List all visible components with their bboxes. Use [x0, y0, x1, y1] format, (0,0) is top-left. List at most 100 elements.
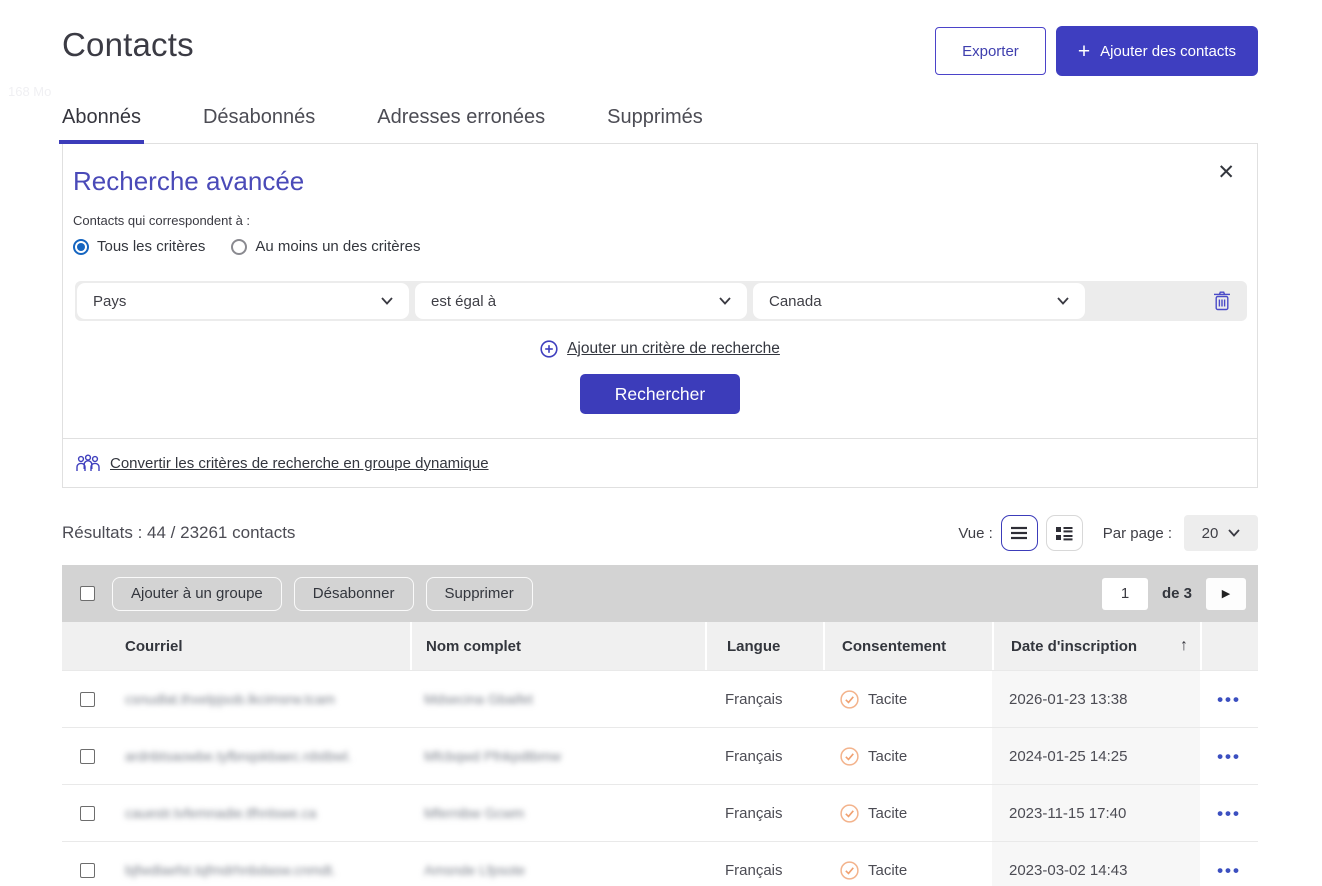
match-label: Contacts qui correspondent à :	[73, 213, 1247, 228]
page-header: Contacts Exporter + Ajouter des contacts	[62, 0, 1258, 76]
criterion-value: Canada	[769, 293, 822, 310]
consent-type: Tacite	[868, 691, 907, 708]
chevron-down-icon	[381, 297, 393, 305]
row-checkbox[interactable]	[80, 692, 95, 707]
tab-desabonnes[interactable]: Désabonnés	[203, 106, 315, 143]
plus-circle-icon	[540, 340, 558, 358]
table-row: ardnbtsaowbe.tyfbnqskbaec.rdstbwl. Mfcbqw…	[62, 727, 1258, 784]
criterion-field-select[interactable]: Pays	[77, 283, 409, 319]
row-actions-button[interactable]: •••	[1217, 805, 1241, 822]
table-row: cauestr.tvfemnadie.tfhnlswe.ca Mfernibw G…	[62, 784, 1258, 841]
criterion-row: Pays est égal à Canada	[75, 281, 1247, 321]
radio-label: Tous les critères	[97, 238, 205, 255]
contact-language: Français	[705, 691, 823, 708]
close-icon[interactable]: ✕	[1217, 162, 1235, 183]
tab-adresses-erronees[interactable]: Adresses erronées	[377, 106, 545, 143]
caret-right-icon: ▶	[1222, 587, 1230, 600]
radio-all-criteria[interactable]: Tous les critères	[73, 238, 205, 255]
list-view-button[interactable]	[1001, 515, 1038, 551]
tab-supprimes[interactable]: Supprimés	[607, 106, 703, 143]
consent-type: Tacite	[868, 748, 907, 765]
registration-date: 2024-01-25 14:25	[992, 728, 1200, 784]
contact-name-blurred: Mdsecina Gbaifet	[424, 691, 533, 707]
registration-date: 2023-03-02 14:43	[992, 842, 1200, 886]
row-actions-button[interactable]: •••	[1217, 691, 1241, 708]
list-view-icon	[1010, 526, 1028, 540]
delete-criterion-button[interactable]	[1213, 291, 1231, 311]
table-body: csnudlat.thxelpjsob.lkcimsrw.tcam Mdsecin…	[62, 670, 1258, 886]
card-view-button[interactable]	[1046, 515, 1083, 551]
advanced-search-title: Recherche avancée	[73, 166, 1247, 197]
consent-check-icon	[840, 690, 859, 709]
contact-language: Français	[705, 862, 823, 879]
row-checkbox[interactable]	[80, 806, 95, 821]
page-number-input[interactable]	[1102, 578, 1148, 610]
criterion-value-select[interactable]: Canada	[753, 283, 1085, 319]
contact-language: Français	[705, 805, 823, 822]
contact-email-blurred: csnudlat.thxelpjsob.lkcimsrw.tcam	[125, 691, 335, 707]
add-contacts-label: Ajouter des contacts	[1100, 43, 1236, 60]
card-view-icon	[1055, 526, 1073, 541]
contact-name-blurred: Amsnde Lfpsote	[424, 862, 525, 878]
criterion-field-value: Pays	[93, 293, 126, 310]
sort-ascending-icon[interactable]: ↑	[1180, 637, 1188, 655]
tab-abonnes[interactable]: Abonnés	[62, 106, 141, 143]
convert-to-dynamic-group-link[interactable]: Convertir les critères de recherche en g…	[110, 455, 489, 472]
table-row: csnudlat.thxelpjsob.lkcimsrw.tcam Mdsecin…	[62, 670, 1258, 727]
faint-sidebar-text: 168 Mo	[8, 84, 51, 99]
consent-type: Tacite	[868, 862, 907, 879]
page-title: Contacts	[62, 26, 194, 64]
contact-email-blurred: ardnbtsaowbe.tyfbnqskbaec.rdstbwl.	[125, 748, 351, 764]
column-header-consentement: Consentement	[823, 622, 992, 670]
registration-date: 2026-01-23 13:38	[992, 671, 1200, 727]
per-page-label: Par page :	[1103, 525, 1172, 542]
contact-name-blurred: Mfernibw Gcwm	[424, 805, 524, 821]
column-header-courriel: Courriel	[112, 622, 410, 670]
consent-check-icon	[840, 861, 859, 880]
consent-check-icon	[840, 747, 859, 766]
add-to-group-button[interactable]: Ajouter à un groupe	[112, 577, 282, 611]
trash-icon	[1213, 291, 1231, 311]
plus-icon: +	[1078, 41, 1090, 62]
next-page-button[interactable]: ▶	[1206, 578, 1246, 610]
radio-any-criteria[interactable]: Au moins un des critères	[231, 238, 420, 255]
export-button[interactable]: Exporter	[935, 27, 1046, 75]
contact-name-blurred: Mfcbqwd Pfnkpdtbmw	[424, 748, 561, 764]
contact-email-blurred: cauestr.tvfemnadie.tfhnlswe.ca	[125, 805, 316, 821]
row-actions-button[interactable]: •••	[1217, 862, 1241, 879]
criteria-match-radios: Tous les critères Au moins un des critère…	[73, 238, 1247, 255]
tabs-bar: Abonnés Désabonnés Adresses erronées Suppri…	[62, 106, 1258, 143]
page-count-label: de 3	[1162, 585, 1192, 602]
radio-button-icon[interactable]	[73, 239, 89, 255]
search-button[interactable]: Rechercher	[580, 374, 740, 414]
unsubscribe-button[interactable]: Désabonner	[294, 577, 414, 611]
chevron-down-icon	[719, 297, 731, 305]
add-criterion-link[interactable]: Ajouter un critère de recherche	[567, 340, 780, 358]
table-row: bjfwdlaefst.tqfmdrhnbdasw.cnmdt.Amsnde L…	[62, 841, 1258, 886]
criterion-operator-select[interactable]: est égal à	[415, 283, 747, 319]
table-header: Courriel Nom complet Langue Consentement…	[62, 622, 1258, 670]
group-people-icon	[75, 453, 101, 473]
row-checkbox[interactable]	[80, 749, 95, 764]
chevron-down-icon	[1057, 297, 1069, 305]
add-contacts-button[interactable]: + Ajouter des contacts	[1056, 26, 1258, 76]
per-page-select[interactable]: 20	[1184, 515, 1258, 551]
advanced-search-panel: Recherche avancée ✕ Contacts qui corresp…	[62, 143, 1258, 488]
contact-language: Français	[705, 748, 823, 765]
row-actions-button[interactable]: •••	[1217, 748, 1241, 765]
row-checkbox[interactable]	[80, 863, 95, 878]
per-page-value: 20	[1202, 525, 1219, 542]
registration-date: 2023-11-15 17:40	[992, 785, 1200, 841]
select-all-checkbox[interactable]	[80, 586, 95, 601]
consent-type: Tacite	[868, 805, 907, 822]
bulk-actions-toolbar: Ajouter à un groupe Désabonner Supprimer d…	[62, 565, 1258, 622]
consent-check-icon	[840, 804, 859, 823]
delete-button[interactable]: Supprimer	[426, 577, 533, 611]
radio-label: Au moins un des critères	[255, 238, 420, 255]
view-label: Vue :	[958, 525, 992, 542]
chevron-down-icon	[1228, 529, 1240, 537]
results-count: Résultats : 44 / 23261 contacts	[62, 523, 295, 543]
column-header-langue: Langue	[705, 622, 823, 670]
criterion-operator-value: est égal à	[431, 293, 496, 310]
radio-button-icon[interactable]	[231, 239, 247, 255]
